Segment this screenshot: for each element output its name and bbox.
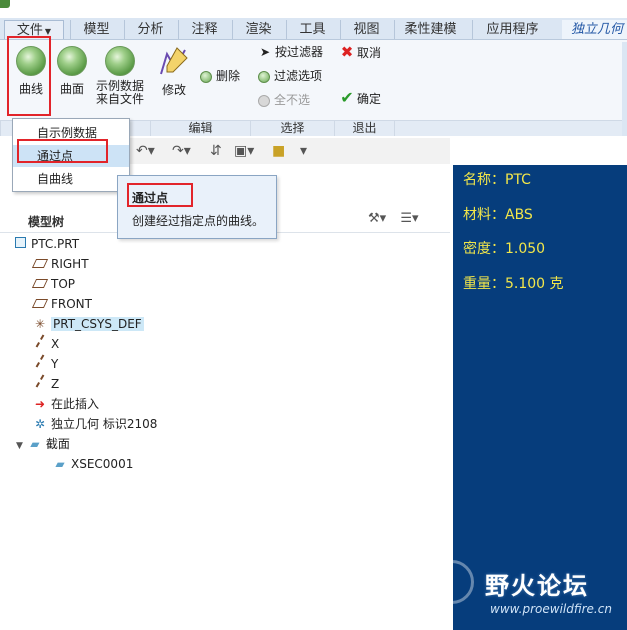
delete-label: 删除 <box>216 69 241 83</box>
app-icon <box>0 0 10 8</box>
windows-icon[interactable]: ▣▾ <box>234 143 254 159</box>
instance-label-line2: 来自文件 <box>95 92 144 106</box>
instance-data-icon <box>105 46 135 76</box>
cursor-arrow-icon: ➤ <box>259 45 271 59</box>
filter-label: 按过滤器 <box>275 45 324 59</box>
ribbon-right-edge <box>622 42 627 136</box>
tooltip-title-highlight <box>127 183 193 207</box>
section-icon: ▰ <box>55 457 65 471</box>
group-bar-tail <box>394 120 627 136</box>
tree-node-x[interactable]: X <box>32 334 59 354</box>
delete-button[interactable]: 删除 <box>200 66 240 86</box>
deselect-all-button[interactable]: 全不选 <box>258 90 310 110</box>
chevron-down-icon: ▼ <box>44 27 52 36</box>
insert-arrow-icon: ➜ <box>34 397 46 411</box>
info-density: 密度：1.050 <box>463 241 546 257</box>
deselect-all-label: 全不选 <box>274 93 311 107</box>
cancel-x-icon: ✖ <box>340 43 354 61</box>
filter-options-button[interactable]: 过滤选项 <box>258 66 322 86</box>
independent-geometry-icon: ✲ <box>34 417 46 431</box>
cancel-button[interactable]: ✖ 取消 <box>340 42 381 62</box>
surface-label: 曲面 <box>59 82 84 96</box>
tab-applications[interactable]: 应用程序 <box>472 20 552 39</box>
tree-node-insert-here[interactable]: ➜ 在此插入 <box>32 394 99 414</box>
tab-independent-geometry[interactable]: 独立几何 <box>562 20 627 39</box>
tree-node-right[interactable]: RIGHT <box>31 254 89 274</box>
datum-axis-icon <box>32 354 48 374</box>
tree-node-independent-geometry[interactable]: ✲ 独立几何 标识2108 <box>32 414 157 434</box>
tooltip: 通过点 创建经过指定点的曲线。 <box>117 175 277 239</box>
ok-button[interactable]: ✔ 确定 <box>340 88 381 108</box>
tree-node-z[interactable]: Z <box>32 374 59 394</box>
expand-triangle-icon[interactable]: ▼ <box>16 441 23 451</box>
watermark-name: 野火论坛 <box>485 572 589 600</box>
modify-icon <box>160 47 188 75</box>
surface-button[interactable]: 曲面 <box>50 44 94 118</box>
part-icon <box>12 234 28 254</box>
datum-plane-icon <box>31 294 49 314</box>
info-weight: 重量：5.100 克 <box>463 276 564 292</box>
menu-item-highlight <box>17 139 108 163</box>
watermark-url: www.proewildfire.cn <box>490 602 612 616</box>
graphics-viewport[interactable]: 名称：PTC 材料：ABS 密度：1.050 重量：5.100 克 <box>453 165 627 630</box>
datum-plane-icon <box>31 254 49 274</box>
tooltip-description: 创建经过指定点的曲线。 <box>132 214 265 228</box>
quick-access-toolbar: ↶▾ ↷▾ ⇵ ▣▾ ■ ▾ <box>130 138 450 164</box>
deselect-all-icon <box>258 94 270 107</box>
group-label-exit: 退出 <box>334 120 394 136</box>
datum-axis-icon <box>32 334 48 354</box>
regenerate-icon[interactable]: ⇵ <box>210 143 222 159</box>
tab-flexible-modeling[interactable]: 柔性建模 <box>394 20 466 39</box>
tree-settings-icon[interactable]: ⚒▾ <box>368 211 386 226</box>
tree-node-front[interactable]: FRONT <box>31 294 92 314</box>
ok-label: 确定 <box>357 92 382 106</box>
curve-button-highlight <box>7 36 51 116</box>
undo-icon[interactable]: ↶▾ <box>136 143 155 159</box>
tab-annotate[interactable]: 注释 <box>178 20 230 39</box>
tree-node-y[interactable]: Y <box>32 354 58 374</box>
tab-model[interactable]: 模型 <box>70 20 122 39</box>
tab-view[interactable]: 视图 <box>340 20 392 39</box>
watermark-logo-icon <box>430 560 474 604</box>
filter-button[interactable]: ➤ 按过滤器 <box>258 42 323 62</box>
model-tree: PTC.PRT RIGHT TOP FRONT ✳ PRT_CSYS_DEF X … <box>0 234 450 630</box>
tab-render[interactable]: 渲染 <box>232 20 284 39</box>
tab-analysis[interactable]: 分析 <box>124 20 176 39</box>
tree-columns-icon[interactable]: ☰▾ <box>400 211 418 226</box>
title-strip <box>0 0 627 18</box>
info-material: 材料：ABS <box>463 207 533 223</box>
tree-node-csys[interactable]: ✳ PRT_CSYS_DEF <box>32 314 144 334</box>
group-label-edit: 编辑 <box>150 120 250 136</box>
filter-options-label: 过滤选项 <box>274 69 323 83</box>
redo-icon[interactable]: ↷▾ <box>172 143 191 159</box>
filter-options-icon <box>258 70 270 83</box>
group-label-select: 选择 <box>250 120 334 136</box>
menu-item-from-curve[interactable]: 自曲线 <box>13 168 129 190</box>
modify-label: 修改 <box>161 83 186 97</box>
tree-tools: ⚒▾ ☰▾ <box>368 211 419 226</box>
coordinate-system-icon: ✳ <box>34 317 46 331</box>
datum-plane-icon <box>31 274 49 294</box>
tree-node-part[interactable]: PTC.PRT <box>12 234 79 254</box>
folder-icon[interactable]: ■ <box>272 143 285 159</box>
modify-button[interactable]: 修改 <box>152 44 196 118</box>
delete-icon <box>200 70 212 83</box>
info-name: 名称：PTC <box>463 172 531 188</box>
checkmark-icon: ✔ <box>340 88 354 107</box>
tree-node-xsec[interactable]: ▰ XSEC0001 <box>52 454 133 474</box>
section-folder-icon: ▰ <box>30 437 40 451</box>
tree-node-sections[interactable]: ▼ ▰ 截面 <box>16 434 70 454</box>
datum-axis-icon <box>32 374 48 394</box>
model-tree-title: 模型树 <box>28 215 65 229</box>
ribbon-tab-bar: 文件 ▼ 模型 分析 注释 渲染 工具 视图 柔性建模 应用程序 独立几何 <box>0 18 627 40</box>
surface-icon <box>57 46 87 76</box>
cancel-label: 取消 <box>357 46 382 60</box>
tree-node-top[interactable]: TOP <box>31 274 75 294</box>
customize-chevron-icon[interactable]: ▾ <box>300 143 307 159</box>
tab-tools[interactable]: 工具 <box>286 20 338 39</box>
instance-data-button[interactable]: 示例数据 来自文件 <box>92 44 148 118</box>
